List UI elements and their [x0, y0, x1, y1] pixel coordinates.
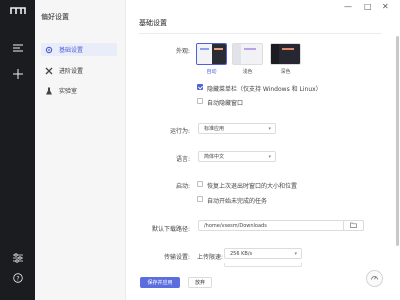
download-path-label: 默认下载路径:	[151, 226, 190, 233]
svg-text:?: ?	[16, 275, 19, 282]
page-title: 基础设置	[139, 19, 167, 27]
restore-window-checkbox[interactable]	[197, 181, 203, 187]
add-icon[interactable]	[0, 66, 35, 82]
chevron-down-icon: ▾	[294, 251, 297, 257]
auto-hide-window-checkbox[interactable]	[197, 98, 203, 104]
settings-sidebar: 偏好设置 基础设置 进阶设置 实验室	[35, 0, 126, 300]
app-leftbar: ?	[0, 0, 35, 300]
maximize-icon[interactable]: □	[364, 2, 372, 11]
sidebar-title: 偏好设置	[41, 13, 69, 21]
appearance-label: 外观:	[175, 48, 190, 55]
discard-button[interactable]: 放弃	[188, 277, 212, 288]
hide-menubar-label: 隐藏菜单栏（仅支持 Windows 和 Linux）	[207, 86, 322, 93]
run-as-select[interactable]: 标准应用 ▾	[198, 123, 276, 134]
theme-light-label: 浅色	[242, 69, 253, 75]
gear-icon	[45, 46, 53, 54]
language-label: 语言:	[175, 156, 190, 163]
select-dropdown-edge	[224, 263, 302, 267]
save-apply-button[interactable]: 保存并应用	[140, 277, 180, 288]
speedometer-icon	[370, 273, 379, 284]
divider	[139, 33, 382, 34]
chevron-down-icon: ▾	[268, 154, 271, 160]
logo-icon[interactable]	[0, 2, 35, 20]
sidebar-item-advanced[interactable]: 进阶设置	[41, 64, 117, 77]
folder-icon	[350, 222, 357, 230]
close-icon[interactable]: ✕	[382, 2, 389, 11]
sidebar-item-lab[interactable]: 实验室	[41, 84, 117, 97]
download-path-value: /home/vsesm/Downloads	[204, 222, 267, 229]
theme-auto-thumbnail[interactable]	[196, 43, 227, 65]
theme-light-thumbnail[interactable]	[232, 43, 263, 65]
restore-window-label: 恢复上次退出时窗口的大小和位置	[207, 183, 298, 190]
startup-label: 启动:	[175, 183, 190, 190]
sidebar-item-label: 实验室	[59, 88, 78, 95]
run-as-label: 运行为:	[169, 128, 190, 135]
auto-resume-checkbox[interactable]	[197, 196, 203, 202]
settings-sliders-icon[interactable]	[0, 250, 35, 266]
download-path-input[interactable]: /home/vsesm/Downloads	[198, 220, 364, 231]
flask-icon	[45, 87, 53, 95]
sidebar-item-label: 进阶设置	[59, 68, 84, 75]
upload-limit-select[interactable]: 256 KB/s ▾	[224, 248, 302, 259]
wrench-icon	[45, 67, 53, 75]
theme-dark-thumbnail[interactable]	[270, 43, 301, 65]
scrollbar[interactable]	[396, 36, 399, 246]
upload-limit-label: 上传限速:	[197, 254, 224, 261]
theme-auto-label: 自动	[206, 69, 217, 75]
browse-folder-button[interactable]	[343, 220, 364, 231]
upload-limit-value: 256 KB/s	[230, 250, 253, 257]
sidebar-item-label: 基础设置	[59, 47, 84, 54]
auto-resume-label: 自动开始未完成的任务	[207, 198, 268, 205]
chevron-down-icon: ▾	[268, 126, 271, 132]
transfer-label: 传输设置:	[163, 254, 190, 261]
sidebar-item-basic[interactable]: 基础设置	[41, 43, 117, 56]
theme-dark-label: 深色	[280, 69, 291, 75]
help-icon[interactable]: ?	[0, 270, 35, 286]
settings-main: — □ ✕ 基础设置 外观: 自动 浅色 深色 隐藏菜单栏（仅支持 Window…	[126, 0, 400, 300]
auto-hide-window-label: 自动隐藏窗口	[207, 100, 244, 107]
engine-status-button[interactable]	[366, 270, 383, 287]
minimize-icon[interactable]: —	[344, 2, 352, 11]
language-value: 简体中文	[204, 154, 225, 160]
language-select[interactable]: 简体中文 ▾	[198, 151, 276, 162]
hide-menubar-checkbox[interactable]	[197, 84, 203, 90]
run-as-value: 标准应用	[204, 126, 225, 132]
menu-icon[interactable]	[0, 40, 35, 56]
